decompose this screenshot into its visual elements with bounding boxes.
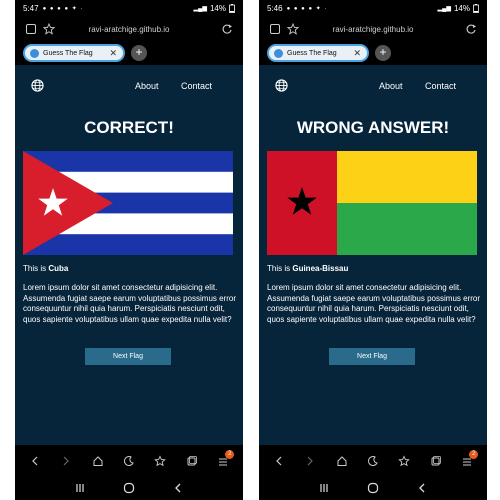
- home-button-icon[interactable]: [367, 482, 379, 494]
- tab-label: Guess The Flag: [287, 49, 337, 57]
- menu-button[interactable]: 2: [461, 450, 479, 467]
- android-nav-bar: [15, 478, 243, 498]
- close-tab-icon[interactable]: ✕: [109, 48, 117, 59]
- notification-icons: ● ● ● ● ✦ ·: [42, 5, 84, 12]
- answer-line: This is Guinea-Bissau: [267, 264, 348, 273]
- nav-contact-link[interactable]: Contact: [425, 81, 456, 91]
- next-flag-button[interactable]: Next Flag: [85, 348, 171, 365]
- cuba-flag: [23, 151, 233, 255]
- battery-level: 14%: [209, 3, 226, 13]
- bookmarks-icon[interactable]: [398, 455, 411, 467]
- result-heading: CORRECT!: [84, 118, 174, 137]
- battery-icon: [473, 3, 479, 13]
- menu-button[interactable]: 2: [217, 450, 235, 467]
- phone-screenshot-right: 5:46 ● ● ● ● ✦ · ▂▄▆ 14% ravi-aratchige.…: [259, 0, 487, 500]
- answer-prefix: This is: [23, 264, 49, 273]
- home-nav-icon[interactable]: [336, 455, 348, 467]
- globe-icon[interactable]: [275, 79, 288, 92]
- url-bar: ravi-aratchige.github.io: [259, 18, 487, 40]
- country-name: Cuba: [48, 264, 69, 273]
- night-mode-icon[interactable]: [123, 455, 135, 467]
- web-page: About Contact CORRECT! This is Cuba Lore…: [15, 65, 243, 445]
- tab-bar: Guess The Flag ✕ +: [259, 42, 487, 64]
- reload-icon[interactable]: [465, 23, 477, 35]
- forward-icon[interactable]: [60, 455, 72, 467]
- web-page: About Contact WRONG ANSWER! This is Guin…: [259, 65, 487, 445]
- description-paragraph: Lorem ipsum dolor sit amet consectetur a…: [23, 283, 236, 324]
- answer-line: This is Cuba: [23, 264, 68, 273]
- status-time: 5:46: [267, 3, 283, 13]
- status-right: ▂▄▆ 14%: [437, 3, 480, 13]
- bookmarks-icon[interactable]: [154, 455, 167, 467]
- night-mode-icon[interactable]: [367, 455, 379, 467]
- nav-about-link[interactable]: About: [379, 81, 403, 91]
- nav-contact-link[interactable]: Contact: [181, 81, 212, 91]
- tabs-icon[interactable]: [186, 455, 198, 467]
- home-nav-icon[interactable]: [92, 455, 104, 467]
- system-back-icon[interactable]: [172, 482, 184, 494]
- home-button-icon[interactable]: [123, 482, 135, 494]
- back-icon[interactable]: [29, 455, 41, 467]
- android-nav-bar: [259, 478, 487, 498]
- status-time: 5:47: [23, 3, 39, 13]
- new-tab-button[interactable]: +: [131, 45, 147, 61]
- globe-icon[interactable]: [31, 79, 44, 92]
- favicon-icon: [274, 48, 283, 58]
- recent-apps-icon[interactable]: [318, 482, 330, 494]
- result-heading: WRONG ANSWER!: [296, 118, 450, 137]
- menu-badge: 2: [225, 450, 235, 459]
- country-name: Guinea-Bissau: [292, 264, 349, 273]
- tab-bar: Guess The Flag ✕ +: [15, 42, 243, 64]
- favicon-icon: [30, 48, 39, 58]
- tabs-icon[interactable]: [430, 455, 442, 467]
- url-text[interactable]: ravi-aratchige.github.io: [259, 25, 487, 34]
- site-nav: About Contact: [15, 75, 243, 95]
- description-paragraph: Lorem ipsum dolor sit amet consectetur a…: [267, 283, 480, 324]
- signal-icon: ▂▄▆: [193, 5, 207, 12]
- answer-prefix: This is: [267, 264, 293, 273]
- site-nav: About Contact: [259, 75, 487, 95]
- reload-icon[interactable]: [221, 23, 233, 35]
- signal-icon: ▂▄▆: [437, 5, 451, 12]
- recent-apps-icon[interactable]: [74, 482, 86, 494]
- browser-toolbar: 2: [259, 449, 487, 473]
- url-text[interactable]: ravi-aratchige.github.io: [15, 25, 243, 34]
- url-bar: ravi-aratchige.github.io: [15, 18, 243, 40]
- battery-icon: [229, 3, 235, 13]
- notification-icons: ● ● ● ● ✦ ·: [286, 5, 328, 12]
- forward-icon[interactable]: [304, 455, 316, 467]
- close-tab-icon[interactable]: ✕: [353, 48, 361, 59]
- new-tab-button[interactable]: +: [375, 45, 391, 61]
- back-icon[interactable]: [273, 455, 285, 467]
- tab-label: Guess The Flag: [43, 49, 93, 57]
- nav-about-link[interactable]: About: [135, 81, 159, 91]
- browser-tab[interactable]: Guess The Flag ✕: [23, 44, 125, 62]
- guinea-bissau-flag: [267, 151, 477, 255]
- phone-screenshot-left: 5:47 ● ● ● ● ✦ · ▂▄▆ 14% ravi-aratchige.…: [15, 0, 243, 500]
- status-bar: 5:46 ● ● ● ● ✦ · ▂▄▆ 14%: [259, 0, 487, 16]
- menu-badge: 2: [469, 450, 479, 459]
- status-right: ▂▄▆ 14%: [193, 3, 236, 13]
- status-bar: 5:47 ● ● ● ● ✦ · ▂▄▆ 14%: [15, 0, 243, 16]
- next-flag-button[interactable]: Next Flag: [329, 348, 415, 365]
- browser-tab[interactable]: Guess The Flag ✕: [267, 44, 369, 62]
- system-back-icon[interactable]: [416, 482, 428, 494]
- battery-level: 14%: [453, 3, 470, 13]
- browser-toolbar: 2: [15, 449, 243, 473]
